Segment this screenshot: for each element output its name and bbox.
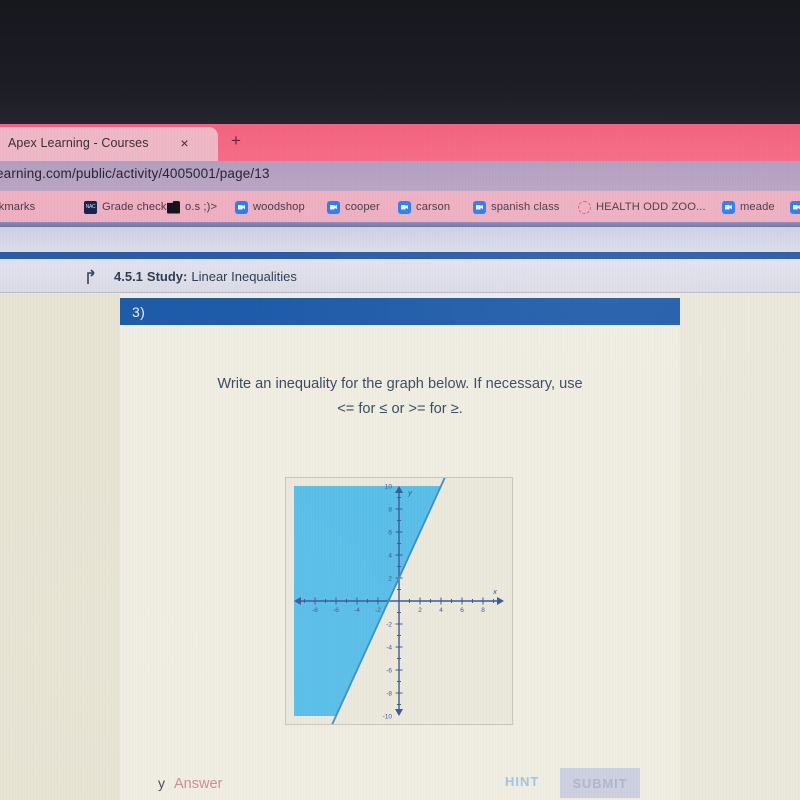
browser-chrome: Apex Learning - Courses × + earning.com/… <box>0 124 800 342</box>
svg-text:-2: -2 <box>375 607 381 614</box>
svg-text:4: 4 <box>388 552 392 559</box>
svg-text:-6: -6 <box>333 607 339 614</box>
question-number-bar: 3) <box>120 298 680 325</box>
question-prompt: Write an inequality for the graph below.… <box>140 372 660 422</box>
bookmark-grade-check[interactable]: Grade check :) <box>84 197 177 217</box>
app-header: 4.5.1 Study: Linear Inequalities <box>0 259 800 293</box>
meet-icon <box>235 200 248 214</box>
dashed-circle-icon <box>578 200 591 214</box>
tab-strip: Apex Learning - Courses × + <box>0 124 800 161</box>
folder-icon <box>167 200 180 214</box>
svg-text:-4: -4 <box>386 644 392 651</box>
bookmark-meade[interactable]: meade <box>722 197 775 217</box>
back-arrow-icon[interactable] <box>84 268 102 285</box>
svg-text:8: 8 <box>481 607 485 614</box>
svg-text:-8: -8 <box>386 690 392 697</box>
page-top-gap <box>0 227 800 342</box>
svg-text:-4: -4 <box>354 607 360 614</box>
lesson-title: Linear Inequalities <box>191 269 297 284</box>
bookmark-overflow[interactable] <box>790 197 800 217</box>
svg-text:-2: -2 <box>386 621 392 628</box>
svg-text:10: 10 <box>385 483 393 490</box>
svg-text:6: 6 <box>388 529 392 536</box>
bookmark-carson[interactable]: carson <box>398 197 450 217</box>
inequality-graph: -8 -6 -4 -2 2 4 6 8 10 8 6 4 2 -2 -4 -6 -8 -10 y x <box>285 477 513 725</box>
close-icon[interactable]: × <box>176 135 193 152</box>
svg-text:x: x <box>492 587 497 596</box>
photo-of-screen: Apex Learning - Courses × + earning.com/… <box>0 0 800 800</box>
app-accent-bar <box>0 252 800 259</box>
bookmark-woodshop[interactable]: woodshop <box>235 197 305 217</box>
svg-text:8: 8 <box>388 506 392 513</box>
nac-icon <box>84 200 97 214</box>
bookmarks-label: ookmarks <box>0 201 36 213</box>
svg-text:-6: -6 <box>386 667 392 674</box>
lesson-number: 4.5.1 <box>114 269 143 284</box>
meet-icon <box>790 200 800 214</box>
answer-row: y HINT SUBMIT <box>120 767 680 800</box>
meet-icon <box>722 200 735 214</box>
meet-icon <box>473 200 486 214</box>
hint-button[interactable]: HINT <box>505 774 539 789</box>
bookmarks-bar: ookmarks Grade check :) o.s ;)> woodshop… <box>0 191 800 222</box>
bookmark-health-odd-zoo[interactable]: HEALTH ODD ZOO... <box>578 197 706 217</box>
answer-prefix: y <box>158 775 165 791</box>
page-right-margin <box>680 294 800 800</box>
svg-text:6: 6 <box>460 607 464 614</box>
bookmark-spanish-class[interactable]: spanish class <box>473 197 559 217</box>
breadcrumb: 4.5.1 Study: Linear Inequalities <box>114 269 297 284</box>
url-text: earning.com/public/activity/4005001/page… <box>0 166 270 181</box>
tab-title: Apex Learning - Courses <box>8 136 149 150</box>
meet-icon <box>398 200 411 214</box>
apex-app: 4.5.1 Study: Linear Inequalities 3) Write … <box>0 252 800 800</box>
graph-svg: -8 -6 -4 -2 2 4 6 8108642-2-4-6-8-10yx <box>286 478 512 724</box>
answer-input[interactable] <box>174 773 404 795</box>
lesson-kind: Study: <box>146 269 188 284</box>
svg-text:2: 2 <box>388 575 392 582</box>
bookmark-os[interactable]: o.s ;)> <box>167 197 217 217</box>
address-bar[interactable]: earning.com/public/activity/4005001/page… <box>0 161 800 191</box>
question-number: 3) <box>132 303 146 320</box>
page-left-margin <box>0 294 120 800</box>
prompt-line-1: Write an inequality for the graph below.… <box>217 376 583 392</box>
svg-text:4: 4 <box>439 607 443 614</box>
submit-button[interactable]: SUBMIT <box>560 768 640 798</box>
browser-tab[interactable]: Apex Learning - Courses × <box>0 127 218 161</box>
svg-text:-8: -8 <box>312 607 318 614</box>
activity-page: 3) Write an inequality for the graph bel… <box>0 294 800 800</box>
svg-text:2: 2 <box>418 607 422 614</box>
svg-text:-10: -10 <box>383 713 393 720</box>
prompt-line-2: <= for ≤ or >= for ≥. <box>337 401 463 417</box>
monitor-bezel <box>0 0 800 126</box>
new-tab-button[interactable]: + <box>227 132 245 150</box>
meet-icon <box>327 200 340 214</box>
bookmark-cooper[interactable]: cooper <box>327 197 380 217</box>
